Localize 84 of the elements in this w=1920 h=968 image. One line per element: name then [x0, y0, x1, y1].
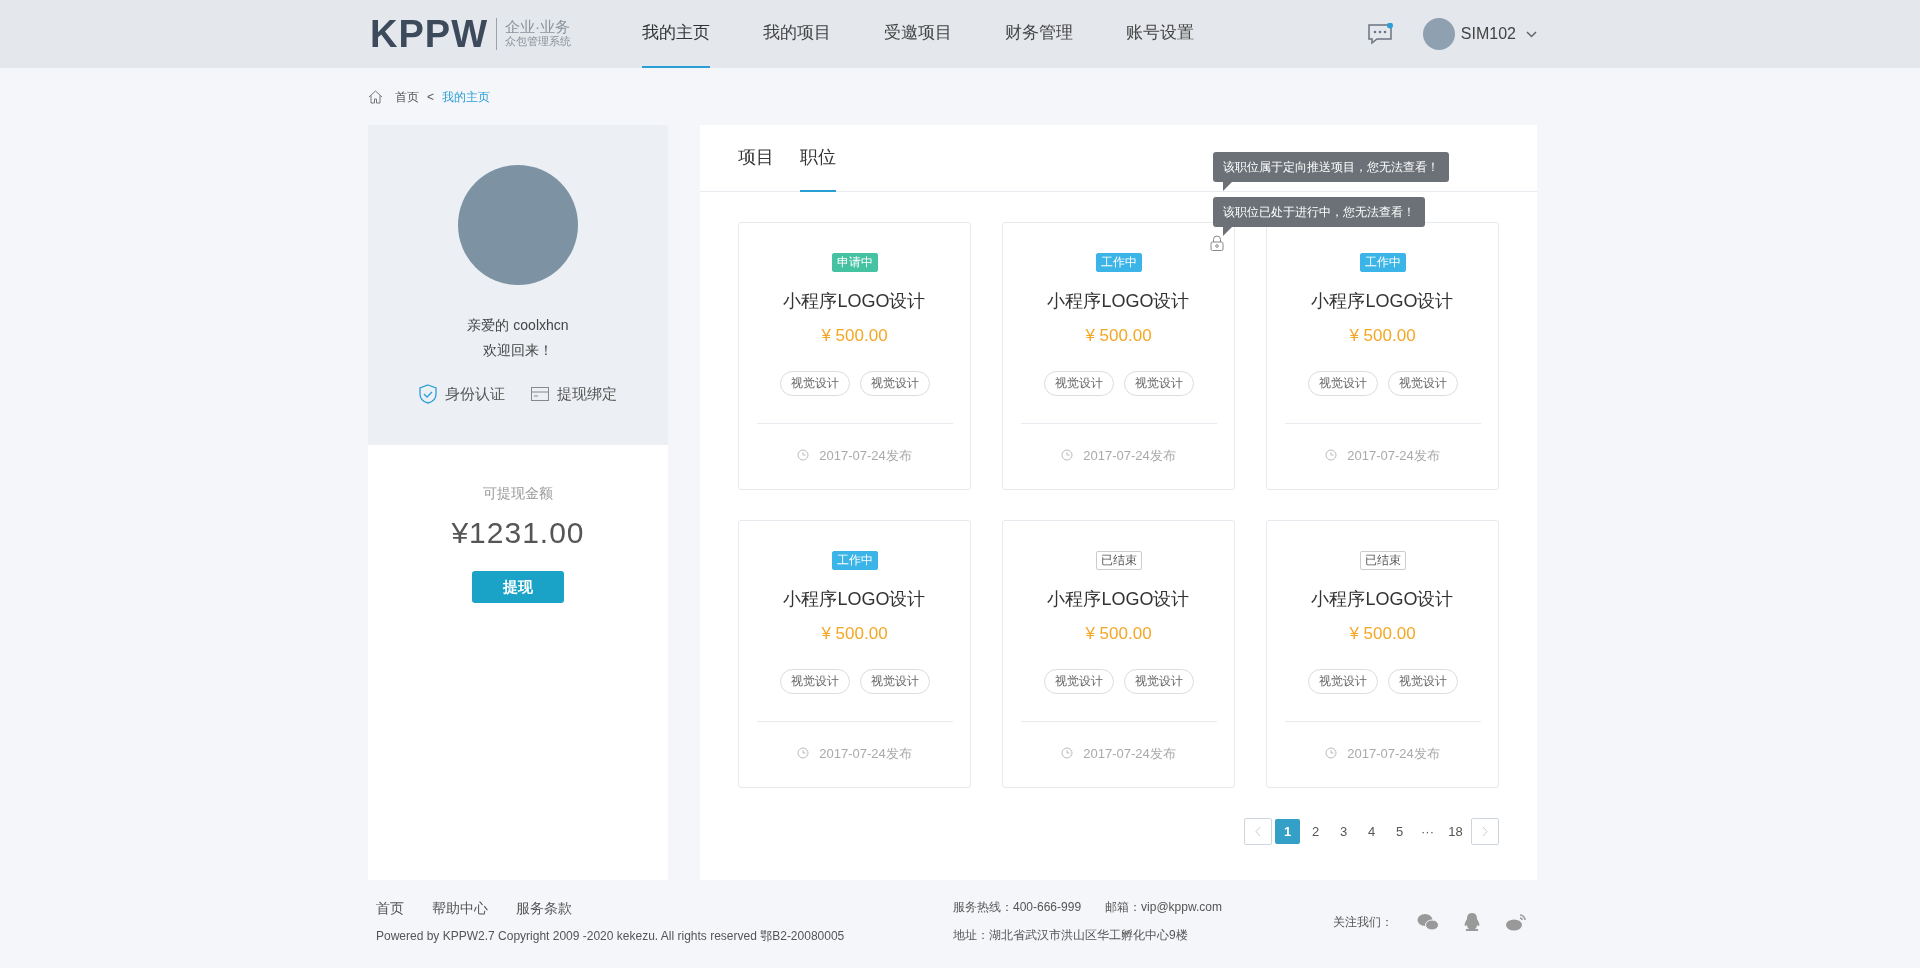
welcome-text: 欢迎回来！ — [483, 341, 553, 360]
publish-date: 2017-07-24发布 — [1083, 744, 1176, 763]
greeting: 亲爱的 coolxhcn — [467, 316, 569, 335]
nav-tab[interactable]: 账号设置 — [1125, 0, 1194, 68]
clock-icon — [1325, 747, 1338, 760]
page-button[interactable]: 3 — [1331, 819, 1356, 844]
previous-page-button[interactable] — [1244, 818, 1272, 845]
job-price: ¥ 500.00 — [1085, 325, 1152, 347]
job-title: 小程序LOGO设计 — [1047, 588, 1190, 611]
shield-check-icon — [419, 384, 437, 405]
clock-icon — [797, 449, 810, 462]
penguin-icon[interactable] — [1463, 912, 1481, 932]
job-title: 小程序LOGO设计 — [1047, 290, 1190, 313]
job-card[interactable]: 已结束 小程序LOGO设计 ¥ 500.00 视觉设计 视觉设计 2017-07-24发布 — [1002, 520, 1235, 788]
hotline: 服务热线：400-666-999 — [953, 899, 1082, 916]
copyright: Powered by KPPW2.7 Copyright 2009 -2020 kekezu. All rights reserved 鄂B2-20080005 — [376, 928, 846, 945]
status-badge: 工作中 — [831, 551, 878, 570]
page-button[interactable]: 18 — [1443, 819, 1468, 844]
publish-date: 2017-07-24发布 — [1083, 446, 1176, 465]
tab[interactable]: 项目 — [738, 125, 774, 192]
job-title: 小程序LOGO设计 — [1311, 588, 1454, 611]
avatar[interactable] — [1422, 18, 1455, 50]
chat-bubbles-icon[interactable] — [1417, 913, 1439, 931]
publish-date: 2017-07-24发布 — [1347, 744, 1440, 763]
page-button[interactable]: 2 — [1303, 819, 1328, 844]
tooltip-arrow — [1223, 227, 1232, 236]
logo-subtitle: 众包管理系统 — [505, 34, 571, 49]
nav-tab[interactable]: 财务管理 — [1004, 0, 1073, 68]
clock-icon — [797, 747, 810, 760]
address: 地址：湖北省武汉市洪山区华工孵化中心9楼 — [953, 927, 1189, 944]
message-icon[interactable] — [1366, 23, 1393, 45]
status-badge: 工作中 — [1359, 253, 1406, 272]
balance-label: 可提现金额 — [483, 484, 553, 503]
status-badge: 已结束 — [1095, 551, 1142, 570]
footer-link[interactable]: 首页 — [376, 898, 404, 919]
footer-link[interactable]: 帮助中心 — [432, 898, 488, 919]
page-button[interactable]: 4 — [1359, 819, 1384, 844]
logo-subtitle: 企业·业务 — [505, 19, 571, 34]
card-icon — [531, 387, 549, 402]
job-price: ¥ 500.00 — [1349, 325, 1416, 347]
status-badge: 已结束 — [1359, 551, 1406, 570]
tab[interactable]: 职位 — [800, 125, 836, 192]
job-price: ¥ 500.00 — [1085, 623, 1152, 645]
chevron-right-icon — [1482, 826, 1488, 837]
job-card[interactable]: 申请中 小程序LOGO设计 ¥ 500.00 视觉设计 视觉设计 2017-07-24发布 — [738, 222, 971, 490]
job-title: 小程序LOGO设计 — [783, 290, 926, 313]
logo: KPPW — [370, 15, 488, 53]
status-badge: 申请中 — [831, 253, 878, 272]
job-card[interactable]: 已结束 小程序LOGO设计 ¥ 500.00 视觉设计 视觉设计 2017-07-24发布 — [1266, 520, 1499, 788]
job-card[interactable]: 工作中 小程序LOGO设计 ¥ 500.00 视觉设计 视觉设计 2017-07-24发布 — [738, 520, 971, 788]
clock-icon — [1061, 449, 1074, 462]
chevron-left-icon — [1255, 826, 1261, 837]
job-price: ¥ 500.00 — [821, 325, 888, 347]
publish-date: 2017-07-24发布 — [819, 446, 912, 465]
footer-link[interactable]: 服务条款 — [516, 898, 572, 919]
profile-link[interactable]: 身份认证 — [419, 383, 505, 406]
page-button[interactable]: ··· — [1415, 819, 1440, 844]
page-button[interactable]: 5 — [1387, 819, 1412, 844]
home-icon[interactable] — [368, 89, 383, 104]
tooltip: 该职位已处于进行中，您无法查看！ — [1213, 197, 1425, 227]
profile-link[interactable]: 提现绑定 — [531, 383, 617, 406]
tooltip: 该职位属于定向推送项目，您无法查看！ — [1213, 152, 1449, 182]
breadcrumb-separator: < — [427, 88, 434, 106]
job-card[interactable]: 工作中 小程序LOGO设计 ¥ 500.00 视觉设计 视觉设计 2017-07-24发布 — [1002, 222, 1235, 490]
publish-date: 2017-07-24发布 — [1347, 446, 1440, 465]
status-badge: 工作中 — [1095, 253, 1142, 272]
publish-date: 2017-07-24发布 — [819, 744, 912, 763]
chevron-down-icon[interactable] — [1526, 30, 1537, 38]
breadcrumb-link[interactable]: 首页 — [395, 87, 419, 106]
weibo-icon[interactable] — [1505, 913, 1527, 931]
job-title: 小程序LOGO设计 — [1311, 290, 1454, 313]
clock-icon — [1325, 449, 1338, 462]
username[interactable]: SIM102 — [1460, 22, 1516, 46]
nav-tab[interactable]: 受邀项目 — [883, 0, 952, 68]
job-price: ¥ 500.00 — [1349, 623, 1416, 645]
nav-tab[interactable]: 我的主页 — [641, 0, 710, 68]
follow-label: 关注我们： — [1333, 914, 1393, 931]
clock-icon — [1061, 747, 1074, 760]
email: 邮箱：vip@kppw.com — [1105, 899, 1222, 916]
nav-tab[interactable]: 我的项目 — [762, 0, 831, 68]
job-price: ¥ 500.00 — [821, 623, 888, 645]
job-title: 小程序LOGO设计 — [783, 588, 926, 611]
balance-amount: ¥1231.00 — [451, 515, 585, 551]
next-page-button[interactable] — [1471, 818, 1499, 845]
